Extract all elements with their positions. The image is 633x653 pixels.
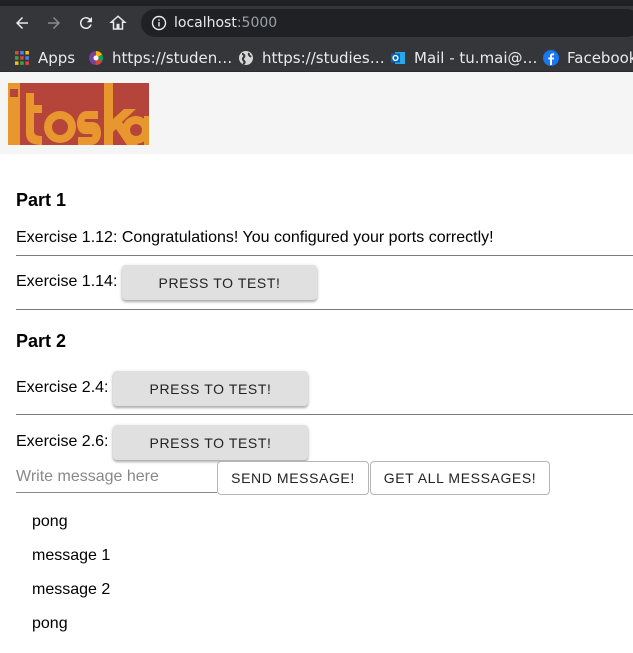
exercise-1-14-test-button[interactable]: PRESS TO TEST! — [122, 265, 317, 300]
globe-icon — [239, 51, 253, 65]
back-arrow-icon[interactable] — [11, 12, 33, 34]
get-all-messages-button[interactable]: GET ALL MESSAGES! — [370, 461, 550, 495]
home-icon[interactable] — [107, 12, 129, 34]
exercise-1-14-label: Exercise 1.14: — [16, 273, 118, 290]
reload-icon[interactable] — [75, 12, 97, 34]
part2-title: Part 2 — [16, 331, 67, 351]
exercise-1-12-text: Exercise 1.12: Congratulations! You conf… — [16, 229, 494, 246]
bookmark-label: Mail - tu.mai@… — [414, 49, 538, 67]
itoska-logo — [8, 83, 149, 145]
message-input[interactable]: Write message here — [16, 461, 217, 493]
browser-toolbar: localhost:5000 — [0, 0, 633, 44]
bookmark-apps[interactable]: Apps — [14, 48, 75, 68]
bookmark-mail[interactable]: Mail - tu.mai@… — [390, 48, 538, 68]
bookmark-label: https://studies… — [262, 49, 385, 67]
exercise-2-6-label: Exercise 2.6: — [16, 433, 109, 450]
facebook-icon — [543, 50, 559, 66]
bookmark-studen[interactable]: https://studen… — [88, 48, 232, 68]
divider — [16, 255, 633, 256]
page-header — [0, 72, 633, 154]
message-item: message 2 — [32, 581, 111, 598]
colorful-wheel-icon — [89, 50, 104, 65]
bookmarks-bar: Apps https://studen… https://studies… Ma… — [0, 44, 633, 72]
exercise-2-4-label: Exercise 2.4: — [16, 379, 109, 396]
apps-grid-icon — [15, 51, 29, 65]
exercise-2-6-test-button[interactable]: PRESS TO TEST! — [113, 425, 308, 460]
bookmark-facebook[interactable]: Facebook — [543, 48, 633, 68]
bookmark-studies[interactable]: https://studies… — [238, 48, 385, 68]
forward-arrow-icon[interactable] — [43, 12, 65, 34]
exercise-2-4-test-button[interactable]: PRESS TO TEST! — [113, 371, 308, 406]
divider — [16, 309, 633, 310]
info-icon[interactable] — [151, 15, 167, 31]
message-item: message 1 — [32, 547, 111, 564]
bookmark-label: Facebook — [567, 49, 633, 67]
message-item: pong — [32, 513, 68, 530]
message-item: pong — [32, 615, 68, 632]
part1-title: Part 1 — [16, 190, 67, 210]
send-message-button[interactable]: SEND MESSAGE! — [217, 461, 369, 495]
divider — [16, 414, 633, 415]
outlook-icon — [391, 52, 405, 64]
bookmark-label: Apps — [38, 49, 76, 67]
address-bar[interactable]: localhost:5000 — [141, 9, 633, 37]
bookmark-label: https://studen… — [112, 49, 233, 67]
url-text: localhost:5000 — [174, 15, 278, 31]
